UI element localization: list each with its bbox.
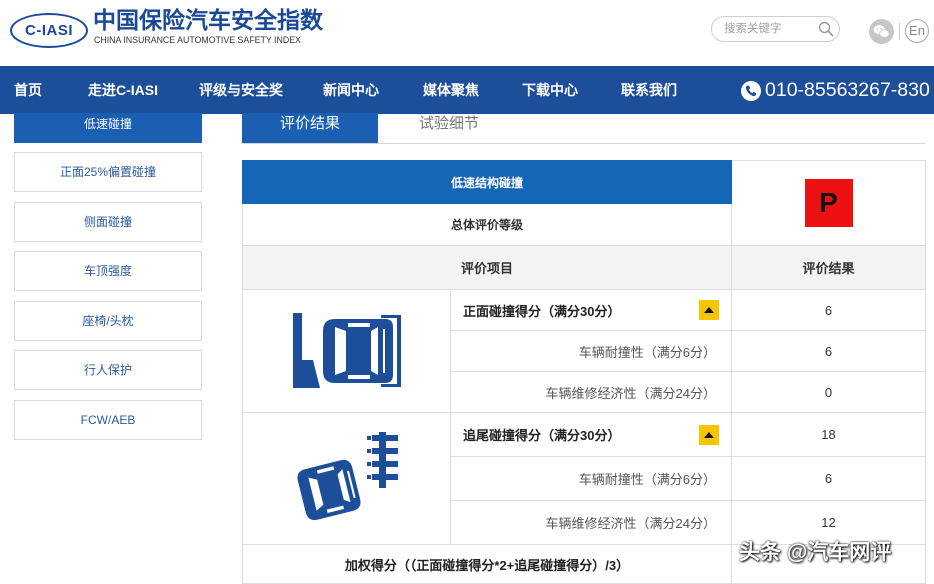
test-vehicle bbox=[322, 315, 401, 387]
rear-crash-illustration bbox=[297, 431, 398, 520]
header-divider bbox=[899, 23, 900, 40]
table-row: 正面碰撞得分（满分30分） 6 bbox=[242, 289, 927, 413]
nav-item-downloads[interactable]: 下载中心 bbox=[522, 66, 578, 114]
sidebar-item-pedestrian[interactable]: 行人保护 bbox=[14, 350, 202, 391]
tab-test-details[interactable]: 试验细节 bbox=[400, 113, 498, 143]
site-header: C-IASI 中国保险汽车安全指数 CHINA INSURANCE AUTOMO… bbox=[0, 0, 934, 66]
sub-item-label: 车辆维修经济性（满分24分） bbox=[449, 371, 733, 413]
sidebar-item-seat-headrest[interactable]: 座椅/头枕 bbox=[14, 300, 202, 341]
phone-icon bbox=[741, 81, 761, 101]
table-header-row: 评价项目 评价结果 bbox=[241, 245, 927, 290]
main-nav: 首页 走进C-IASI 评级与安全奖 新闻中心 媒体聚焦 下载中心 联系我们 0… bbox=[0, 66, 934, 114]
brand-name-cn: 中国保险汽车安全指数 bbox=[93, 7, 323, 33]
sidebar-item-roof-strength[interactable]: 车顶强度 bbox=[14, 251, 202, 292]
column-header-result: 评价结果 bbox=[731, 245, 927, 290]
group-title-cell: 追尾碰撞得分（满分30分） bbox=[449, 412, 733, 457]
nav-item-about[interactable]: 走进C-IASI bbox=[88, 66, 158, 114]
sidebar-item-fcw-aeb[interactable]: FCW/AEB bbox=[14, 399, 202, 440]
search-input[interactable] bbox=[724, 21, 816, 37]
overall-rating-label: 总体评价等级 bbox=[241, 203, 733, 246]
nav-item-home[interactable]: 首页 bbox=[14, 66, 42, 114]
group-title: 追尾碰撞得分（满分30分） bbox=[463, 428, 621, 443]
sidebar-item-side-impact[interactable]: 侧面碰撞 bbox=[14, 201, 202, 242]
search-box bbox=[711, 16, 840, 42]
brand-name-en: CHINA INSURANCE AUTOMOTIVE SAFETY INDEX bbox=[94, 35, 301, 45]
overall-rating-cell: P bbox=[731, 160, 927, 246]
weighted-score-label: 加权得分（（正面碰撞得分*2+追尾碰撞得分）/3） bbox=[241, 544, 733, 584]
wechat-icon[interactable] bbox=[869, 19, 894, 44]
results-table: 低速结构碰撞 P 总体评价等级 评价项目 评价结果 正面碰撞得分（满分30分） … bbox=[241, 160, 927, 584]
sidebar-item-low-speed-crash[interactable]: 低速碰撞 bbox=[14, 113, 202, 143]
rigid-barrier bbox=[292, 313, 302, 388]
site-logo-link[interactable]: C-IASI 中国保险汽车安全指数 CHINA INSURANCE AUTOMO… bbox=[0, 0, 340, 60]
sub-item-score: 12 bbox=[731, 500, 927, 545]
tab-underline bbox=[242, 143, 925, 144]
logo-text: C-IASI bbox=[25, 22, 73, 39]
logo-mark: C-IASI bbox=[10, 13, 88, 48]
sidebar-menu: 正面25%偏置碰撞 侧面碰撞 车顶强度 座椅/头枕 行人保护 FCW/AEB bbox=[14, 152, 202, 440]
front-crash-illustration bbox=[292, 313, 401, 388]
section-title-cell: 低速结构碰撞 bbox=[241, 160, 733, 204]
column-header-item: 评价项目 bbox=[241, 245, 733, 290]
section-title: 低速结构碰撞 bbox=[451, 175, 524, 190]
sub-item-label: 车辆耐撞性（满分6分） bbox=[449, 330, 733, 372]
table-row: 低速结构碰撞 P bbox=[241, 160, 927, 246]
collapse-toggle-button[interactable] bbox=[699, 424, 720, 445]
search-icon[interactable] bbox=[818, 21, 834, 37]
test-vehicle bbox=[297, 459, 360, 520]
watermark: 头条 @汽车网评 bbox=[739, 541, 892, 564]
nav-item-contact[interactable]: 联系我们 bbox=[621, 66, 677, 114]
arrow-up-icon bbox=[704, 431, 715, 438]
group-score: 6 bbox=[731, 289, 927, 331]
hotline-number: 010-85563267-830 bbox=[765, 79, 930, 101]
group-score: 18 bbox=[731, 412, 927, 457]
table-row: 追尾碰撞得分（满分30分） 18 bbox=[242, 412, 927, 545]
front-crash-image-cell bbox=[242, 289, 451, 413]
collapse-toggle-button[interactable] bbox=[699, 300, 720, 320]
nav-item-ratings[interactable]: 评级与安全奖 bbox=[199, 66, 283, 114]
sub-item-score: 6 bbox=[731, 456, 927, 501]
sub-item-score: 6 bbox=[731, 330, 927, 372]
group-title: 正面碰撞得分（满分30分） bbox=[463, 303, 621, 319]
sub-item-score: 0 bbox=[731, 371, 927, 413]
tab-results[interactable]: 评价结果 bbox=[242, 113, 378, 143]
nav-item-media[interactable]: 媒体聚焦 bbox=[423, 66, 479, 114]
sub-item-label: 车辆耐撞性（满分6分） bbox=[449, 456, 733, 501]
sidebar-item-small-overlap[interactable]: 正面25%偏置碰撞 bbox=[14, 152, 202, 192]
sub-item-label: 车辆维修经济性（满分24分） bbox=[449, 500, 733, 545]
moving-barrier bbox=[366, 431, 398, 488]
rear-crash-image-cell bbox=[242, 412, 451, 545]
language-switch-button[interactable]: En bbox=[905, 19, 929, 43]
bumper-barrier bbox=[301, 360, 320, 388]
overall-rating-badge: P bbox=[804, 179, 853, 227]
group-title-cell: 正面碰撞得分（满分30分） bbox=[449, 289, 733, 331]
arrow-up-icon bbox=[704, 307, 715, 313]
nav-item-news[interactable]: 新闻中心 bbox=[323, 66, 379, 114]
